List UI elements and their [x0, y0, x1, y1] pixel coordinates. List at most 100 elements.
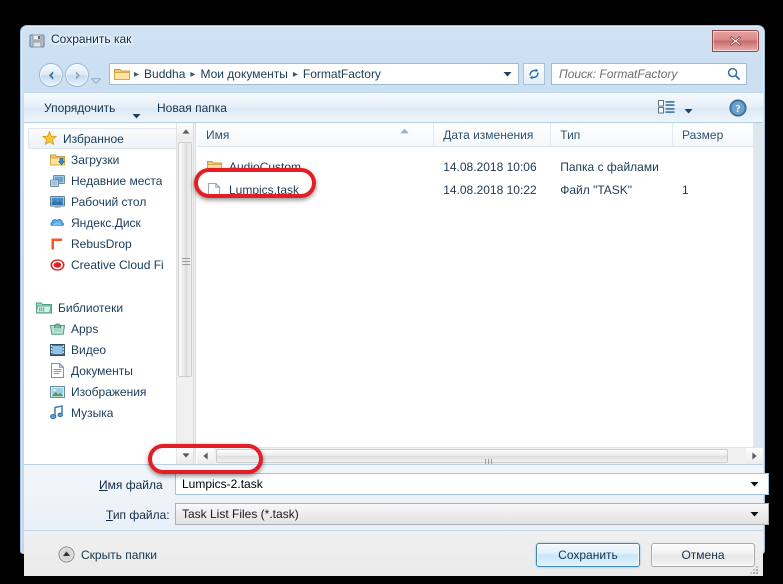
- view-mode-caret-icon[interactable]: [684, 101, 693, 119]
- new-folder-button[interactable]: Новая папка: [151, 99, 233, 117]
- sidebar-item-yandex-disk[interactable]: Яндекс.Диск: [24, 212, 193, 233]
- cell-name: Lumpics.task: [197, 182, 434, 198]
- sidebar-item-recent-places[interactable]: Недавние места: [24, 170, 193, 191]
- view-mode-icon: [658, 100, 675, 119]
- scrollbar-thumb[interactable]: [178, 142, 192, 377]
- yandex-disk-icon: [49, 215, 65, 231]
- organize-caret-icon[interactable]: [132, 106, 141, 124]
- breadcrumb-separator: ▸: [292, 68, 298, 80]
- sidebar-item-label: Музыка: [71, 405, 114, 420]
- file-name: Lumpics.task: [229, 182, 300, 197]
- sidebar-item-libraries[interactable]: Библиотеки: [24, 297, 193, 318]
- scroll-up-button[interactable]: [177, 123, 193, 140]
- back-arrow-icon: [48, 70, 53, 80]
- breadcrumb-separator: ▸: [190, 68, 196, 80]
- pane-splitter[interactable]: [193, 123, 196, 464]
- scroll-right-button[interactable]: [746, 448, 763, 464]
- file-list-horizontal-scrollbar[interactable]: [197, 447, 763, 464]
- resize-grip-icon[interactable]: [748, 562, 759, 574]
- folder-icon: [114, 66, 130, 82]
- scroll-left-button[interactable]: [197, 448, 214, 464]
- sidebar-item-creative-cloud[interactable]: Creative Cloud Fi: [24, 254, 193, 275]
- sidebar-item-rebusdrop[interactable]: RebusDrop: [24, 233, 193, 254]
- navigation-pane-scrollbar[interactable]: [176, 123, 193, 464]
- generic-file-icon: [206, 182, 222, 198]
- navigation-pane: Избранное Загрузки Недавние места Рабочи…: [24, 123, 193, 464]
- sidebar-item-pictures[interactable]: Изображения: [24, 381, 193, 402]
- sidebar-item-apps[interactable]: Apps: [24, 318, 193, 339]
- filename-dropdown-button[interactable]: [750, 481, 768, 487]
- sidebar-item-documents[interactable]: Документы: [24, 360, 193, 381]
- column-header-type[interactable]: Тип: [551, 123, 673, 146]
- sidebar-item-label: Документы: [71, 363, 133, 378]
- search-icon[interactable]: [727, 67, 746, 81]
- folder-icon: [206, 159, 222, 175]
- history-dropdown-button[interactable]: [90, 71, 102, 89]
- sidebar-item-downloads[interactable]: Загрузки: [24, 149, 193, 170]
- back-button[interactable]: [39, 63, 63, 87]
- sidebar-item-label: Изображения: [71, 384, 147, 399]
- sidebar-item-label: Загрузки: [71, 152, 120, 167]
- navigation-bar: ▸ Buddha ▸ Мои документы ▸ FormatFactory…: [21, 56, 764, 92]
- sidebar-item-label: Creative Cloud Fi: [71, 257, 164, 272]
- filetype-select[interactable]: Task List Files (*.task): [175, 503, 769, 525]
- breadcrumb-item-2[interactable]: FormatFactory: [300, 66, 384, 82]
- filetype-value: Task List Files (*.task): [182, 507, 299, 521]
- column-label: Размер: [682, 127, 724, 142]
- scroll-down-button[interactable]: [177, 447, 193, 464]
- nav-group-libraries: Библиотеки Apps Видео Документы Изображе…: [24, 297, 193, 423]
- svg-text:?: ?: [735, 104, 740, 115]
- cancel-button[interactable]: Отмена: [651, 543, 755, 567]
- caret-down-icon: [132, 114, 141, 119]
- column-header-date[interactable]: Дата изменения: [434, 123, 552, 146]
- cell-type: Файл "TASK": [560, 182, 633, 197]
- column-header-name[interactable]: Имя: [197, 123, 435, 146]
- search-input[interactable]: Поиск: FormatFactory: [551, 63, 747, 85]
- filename-value: Lumpics-2.task: [182, 477, 263, 491]
- close-button[interactable]: [712, 30, 759, 52]
- sidebar-item-label: Рабочий стол: [71, 194, 147, 209]
- sidebar-item-label: Избранное: [63, 131, 124, 146]
- save-as-dialog: Сохранить как ▸ Buddha ▸ Мои документы ▸…: [20, 25, 769, 576]
- pictures-library-icon: [49, 384, 65, 400]
- music-library-icon: [49, 405, 65, 421]
- address-bar[interactable]: ▸ Buddha ▸ Мои документы ▸ FormatFactory: [109, 63, 519, 85]
- refresh-button[interactable]: [523, 63, 545, 85]
- hide-folders-button[interactable]: Скрыть папки: [58, 546, 157, 563]
- creative-cloud-icon: [49, 257, 65, 273]
- sidebar-item-label: Яндекс.Диск: [71, 215, 141, 230]
- help-button[interactable]: ?: [729, 99, 747, 117]
- scroll-up-arrow-icon: [181, 129, 190, 134]
- cell-date: 14.08.2018 10:06: [443, 159, 537, 174]
- breadcrumb-item-1[interactable]: Мои документы: [197, 66, 290, 82]
- sidebar-item-desktop[interactable]: Рабочий стол: [24, 191, 193, 212]
- sidebar-item-favorites[interactable]: Избранное: [28, 128, 191, 149]
- table-row[interactable]: Lumpics.task 14.08.2018 10:22 Файл "TASK…: [197, 178, 763, 201]
- forward-button[interactable]: [65, 63, 89, 87]
- organize-button[interactable]: Упорядочить: [38, 99, 121, 117]
- save-window-icon: [29, 33, 45, 49]
- sort-ascending-icon: [399, 123, 410, 134]
- sidebar-item-video[interactable]: Видео: [24, 339, 193, 360]
- view-mode-button[interactable]: [658, 100, 693, 119]
- downloads-folder-icon: [49, 152, 65, 168]
- list-top-spacer: [197, 147, 763, 155]
- sidebar-item-music[interactable]: Музыка: [24, 402, 193, 423]
- file-list-pane: Имя Дата изменения Тип Размер AudioCusto…: [197, 123, 763, 464]
- scroll-left-arrow-icon: [203, 452, 208, 460]
- scroll-right-arrow-icon: [752, 452, 757, 460]
- save-button[interactable]: Сохранить: [536, 543, 640, 567]
- column-label: Дата изменения: [443, 127, 534, 142]
- scrollbar-grip-icon: [182, 252, 190, 265]
- column-label: Имя: [206, 127, 230, 142]
- table-row[interactable]: AudioCustom 14.08.2018 10:06 Папка с фай…: [197, 155, 763, 178]
- filetype-dropdown-button[interactable]: [750, 511, 768, 517]
- column-header-size[interactable]: Размер: [673, 123, 763, 146]
- column-label: Тип: [560, 127, 581, 142]
- breadcrumb-item-0[interactable]: Buddha: [141, 66, 188, 82]
- address-dropdown-button[interactable]: [503, 69, 518, 79]
- caret-down-icon: [750, 482, 759, 487]
- filename-input[interactable]: Lumpics-2.task: [175, 473, 769, 495]
- forward-arrow-icon: [75, 70, 80, 80]
- scrollbar-thumb[interactable]: [216, 449, 728, 464]
